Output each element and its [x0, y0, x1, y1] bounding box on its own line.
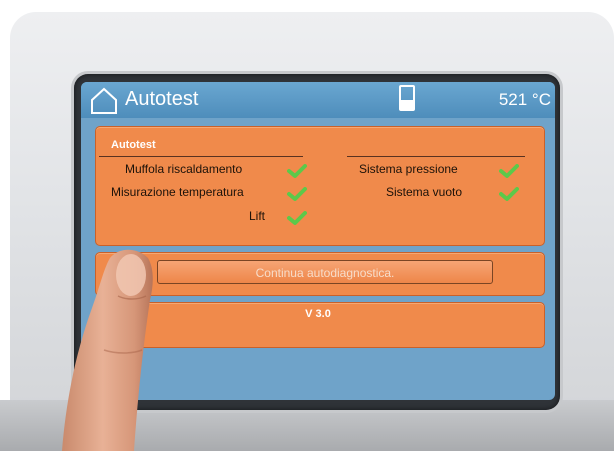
- check-icon: [499, 187, 519, 201]
- check-item-label: Sistema pressione: [359, 162, 458, 176]
- check-item-label: Muffola riscaldamento: [125, 162, 243, 176]
- version-label: V 3.0: [305, 308, 331, 320]
- panel-title: Autotest: [111, 139, 156, 151]
- title-bar: Autotest 521 °C: [81, 82, 555, 118]
- check-icon: [499, 164, 519, 178]
- divider: [99, 156, 303, 157]
- check-item-label: Lift: [249, 209, 266, 223]
- check-icon: [287, 187, 307, 201]
- level-indicator-icon: [399, 85, 415, 111]
- home-icon[interactable]: [89, 86, 119, 114]
- divider: [347, 156, 525, 157]
- check-icon: [287, 211, 307, 225]
- temperature-readout: 521 °C: [498, 90, 551, 109]
- page-title: Autotest: [125, 88, 199, 110]
- touch-screen: Autotest 521 °C Autotest Muffola riscald…: [81, 82, 555, 400]
- check-item-label: Sistema vuoto: [386, 185, 463, 199]
- check-item-label: Misurazione temperatura: [111, 185, 244, 199]
- check-icon: [287, 164, 307, 178]
- continue-diagnostics-button[interactable]: Continua autodiagnostica.: [157, 260, 493, 284]
